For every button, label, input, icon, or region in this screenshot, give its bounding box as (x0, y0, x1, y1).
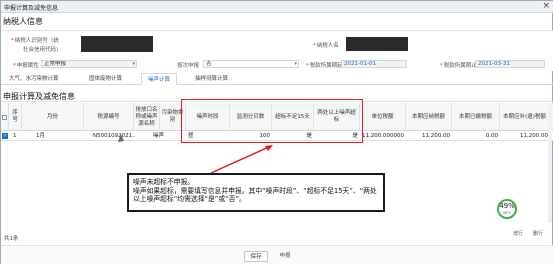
required-mark: * (11, 38, 14, 44)
required-mark: * (13, 63, 16, 69)
cell-tax-payable: 11,200.00 (422, 133, 450, 139)
redacted-taxpayer-name (346, 37, 408, 51)
chevron-down-icon: ▾ (294, 61, 297, 67)
tab-sampling[interactable]: 抽样测算计算 (189, 73, 234, 85)
tab-air-water[interactable]: 大气、水污染物计算 (3, 73, 65, 85)
select-all-checkbox[interactable] (1, 103, 9, 131)
cell-pollutant: 噪声 (153, 133, 165, 139)
period-start-field[interactable]: 2021-01-01 (341, 60, 407, 68)
by-times-value: 否 (206, 61, 212, 67)
declare-button[interactable]: 申报 (273, 251, 297, 262)
title-bar: 申报计算及减免信息 × (1, 1, 553, 13)
declare-attr-value: 正常申报 (44, 61, 67, 67)
checkbox-box (2, 114, 7, 120)
cell-tax-code[interactable]: N5001092021... (91, 131, 135, 141)
annotation-line-2: 噪声如果超标，需要填写信息并申报。其中“噪声时段”、“超标不足15天”、“两处以… (133, 186, 377, 204)
window-title: 申报计算及减免信息 (4, 5, 59, 12)
required-mark: * (440, 63, 443, 69)
chevron-down-icon: ▾ (132, 61, 135, 67)
badge-sub: 46°C (502, 211, 512, 215)
delete-row-button[interactable]: 删行 (533, 230, 543, 237)
col-tax-payable[interactable]: 本期应纳税额 (406, 103, 452, 131)
taxpayer-name-label-text: 纳税人名 (316, 43, 339, 49)
tab-noise[interactable]: 噪声计算 (141, 73, 178, 85)
taxpayer-name-label: *纳税人名 (313, 41, 339, 49)
period-end-value: 2021-03-31 (478, 61, 510, 67)
col-tax-due[interactable]: 本期应补(退)税额 (500, 103, 550, 131)
annotation-line-1: 噪声未超标不申报。 (133, 178, 195, 186)
period-start-value: 2021-01-01 (344, 61, 376, 67)
arrow-head-icon (265, 145, 273, 151)
declaration-dialog: 申报计算及减免信息 × 纳税人信息 *纳税人识别号（统 社会信用代码) *纳税人… (0, 0, 553, 264)
col-tax-code[interactable]: 税源编号 (84, 103, 134, 131)
period-end-label-text: 税款所属期止 (443, 63, 477, 69)
declare-attr-label: *申报属性 (13, 61, 39, 69)
highlight-box (181, 99, 363, 143)
footer-bar: 保存 申报 (1, 245, 553, 264)
col-month[interactable]: 月份 (22, 103, 84, 131)
save-button[interactable]: 保存 (244, 251, 268, 262)
by-times-label: 按次申报 (177, 63, 200, 69)
taxpayer-section-heading: 纳税人信息 (3, 17, 43, 26)
period-start-label-text: 税款所属期起 (309, 63, 343, 69)
period-start-label: *税款所属期起 (306, 61, 343, 69)
close-icon[interactable]: × (542, 2, 550, 11)
by-times-select[interactable]: 否 ▾ (203, 60, 299, 68)
required-mark: * (313, 43, 316, 49)
cell-tax-due: 11,200.00 (520, 133, 548, 139)
cell-month[interactable]: 1月 (34, 131, 82, 141)
col-tax-paid[interactable]: 本期已缴税额 (452, 103, 500, 131)
col-outlet[interactable]: 排放口名称或噪声源名称 (134, 103, 160, 131)
performance-badge: 49% 46°C (497, 199, 517, 219)
cell-tax-paid: 0.00 (485, 133, 498, 139)
calc-tabs: 大气、水污染物计算 固体废物计算 噪声计算 抽样测算计算 (1, 73, 553, 85)
cell-unit-tax: 11,200.000000 (362, 133, 404, 139)
tab-solid-waste[interactable]: 固体废物计算 (83, 73, 128, 85)
social-credit-label: 社会信用代码) (23, 47, 59, 53)
taxpayer-info-panel: *纳税人识别号（统 社会信用代码) *纳税人名 *申报属性 正常申报 ▾ 按次申… (1, 30, 553, 71)
redacted-taxpayer-id (81, 36, 153, 52)
arrow-line (210, 145, 272, 174)
col-seq[interactable]: 序号 (9, 103, 22, 131)
cell-seq: 1 (13, 133, 17, 139)
record-count: 共1条 (4, 236, 19, 242)
add-row-button[interactable]: 增行 (513, 230, 523, 237)
row-checkbox[interactable]: ✓ (2, 133, 8, 139)
taxpayer-id-label-text: 纳税人识别号（统 (14, 38, 59, 44)
period-end-label: *税款所属期止 (440, 61, 477, 69)
annotation-callout: 噪声未超标不申报。 噪声如果超标，需要填写信息并申报。其中“噪声时段”、“超标不… (127, 173, 385, 212)
vertical-scrollbar[interactable] (548, 103, 552, 223)
col-unit-tax[interactable]: 单位税额 (360, 103, 406, 131)
declare-attr-label-text: 申报属性 (16, 63, 39, 69)
required-mark: * (306, 63, 309, 69)
declare-attr-select[interactable]: 正常申报 ▾ (41, 60, 137, 68)
taxpayer-id-label: *纳税人识别号（统 (11, 36, 59, 44)
period-end-field[interactable]: 2021-03-31 (475, 60, 545, 68)
